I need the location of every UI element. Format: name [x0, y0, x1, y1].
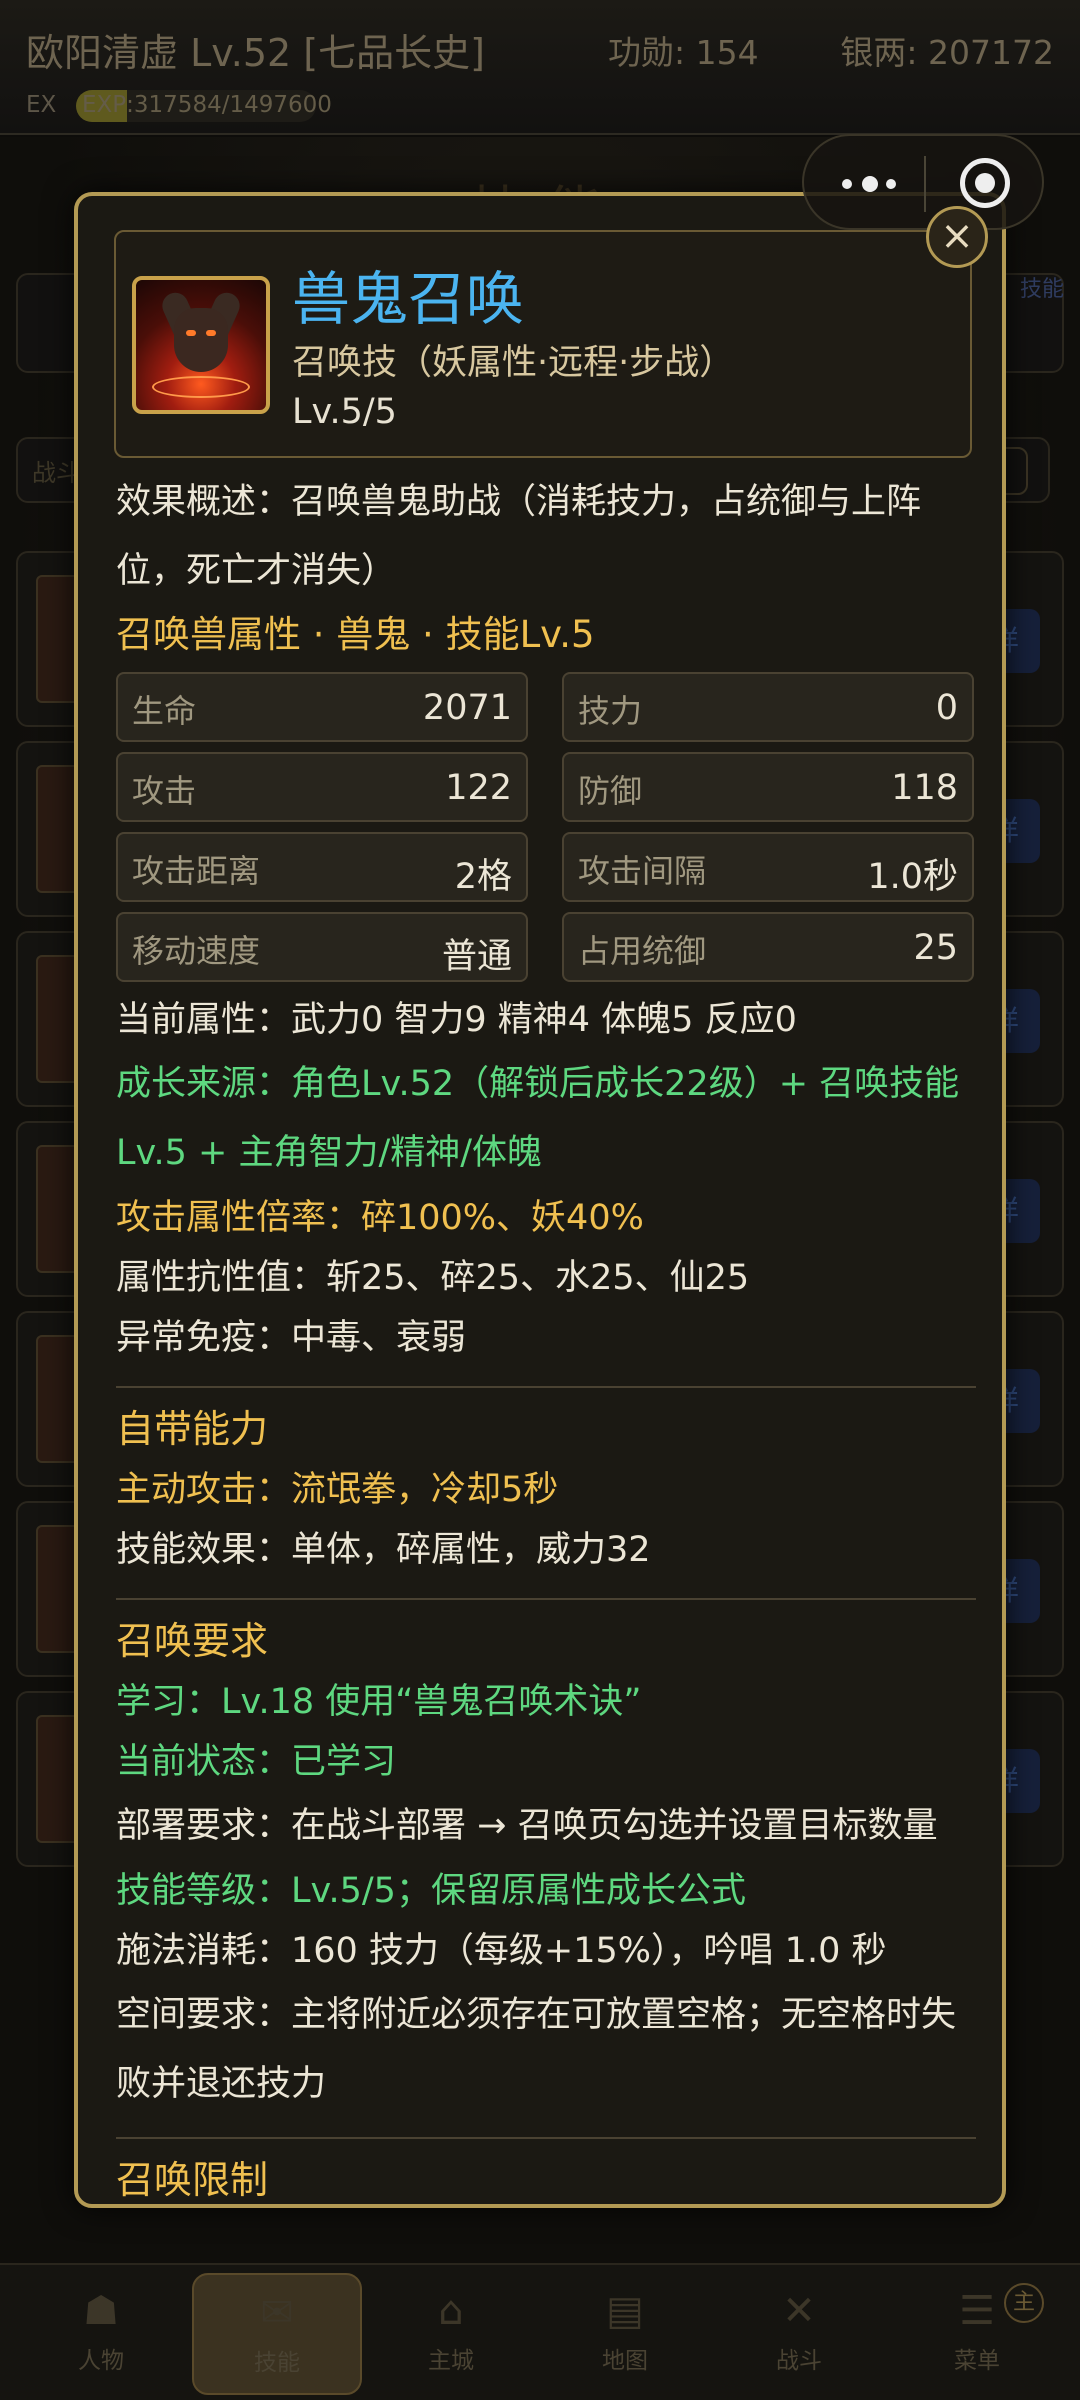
stat-value: 118 — [891, 768, 958, 808]
current-attributes: 当前属性：武力0 智力9 精神4 体魄5 反应0 — [116, 1000, 797, 1040]
nav-item-battle[interactable]: ✕ 战斗 — [714, 2273, 884, 2395]
nav-label: 菜单 — [954, 2348, 1000, 2374]
capsule-divider — [924, 156, 926, 212]
effect-summary: 效果概述：召唤兽鬼助战（消耗技力，占统御与上阵位，死亡才消失） — [116, 482, 922, 591]
stat-attack: 攻击 122 — [116, 752, 528, 822]
stat-hp: 生命 2071 — [116, 672, 528, 742]
menu-icon: ☰ — [959, 2288, 995, 2334]
stat-value: 2071 — [422, 688, 512, 728]
battle-filter-label: 战斗 — [32, 459, 80, 487]
space-requirement: 空间要求：主将附近必须存在可放置空格；无空格时失败并退还技力 — [116, 1995, 957, 2104]
skill-name: 兽鬼召唤 — [292, 265, 525, 333]
stat-defense: 防御 118 — [562, 752, 974, 822]
status-bar: 欧阳清虚 Lv.52 [七品长史] 功勋: 154 银两: 207172 EX … — [0, 0, 1080, 135]
deploy-requirement: 部署要求：在战斗部署 → 召唤页勾选并设置目标数量 — [116, 1806, 938, 1846]
player-name: 欧阳清虚 Lv.52 [七品长史] — [26, 31, 485, 75]
nav-item-skills[interactable]: ✉ 技能 — [192, 2273, 362, 2395]
learn-requirement: 学习：Lv.18 使用“兽鬼召唤术诀” — [116, 1682, 642, 1722]
stat-value: 1.0秒 — [867, 857, 958, 897]
stat-label: 攻击 — [132, 772, 197, 810]
stat-label: 占用统御 — [578, 932, 707, 970]
more-dots-icon[interactable] — [834, 158, 914, 208]
stat-value: 122 — [445, 768, 512, 808]
skill-detail-modal: 兽鬼召唤 召唤技（妖属性·远程·步战） Lv.5/5 效果概述：召唤兽鬼助战（消… — [74, 192, 1006, 2208]
stat-label: 攻击间隔 — [578, 852, 707, 890]
stat-move-speed: 移动速度 普通 — [116, 912, 528, 982]
divider — [116, 1598, 976, 1600]
divider — [116, 2137, 976, 2139]
bottom-nav: ☗ 人物 ✉ 技能 ⌂ 主城 ▤ 地图 ✕ 战斗 ☰ 菜单 主 — [0, 2263, 1080, 2400]
target-circle-icon[interactable] — [960, 158, 1010, 208]
nav-item-person[interactable]: ☗ 人物 — [16, 2273, 186, 2395]
skill-type: 召唤技（妖属性·远程·步战） — [292, 343, 735, 383]
skill-level: Lv.5/5 — [292, 392, 397, 432]
stat-label: 移动速度 — [132, 932, 261, 970]
ex-label: EX — [26, 92, 57, 118]
innate-ability-title: 自带能力 — [116, 1407, 269, 1451]
stat-command-cost: 占用统御 25 — [562, 912, 974, 982]
merit-count: 功勋: 154 — [608, 33, 759, 72]
attack-multiplier: 攻击属性倍率：碎100%、妖40% — [116, 1198, 644, 1238]
stat-value: 25 — [913, 928, 958, 968]
scroll-icon: ✉ — [260, 2290, 294, 2336]
stat-value: 0 — [935, 688, 958, 728]
stat-label: 生命 — [132, 692, 197, 730]
summon-stats-grid: 生命 2071 技力 0 攻击 122 防御 118 攻击距离 2格 攻击间隔 1.0秒 移… — [116, 672, 976, 982]
stat-label: 防御 — [578, 772, 643, 810]
nav-label: 地图 — [602, 2348, 648, 2374]
close-button[interactable]: × — [926, 206, 988, 268]
resistances: 属性抗性值：斩25、碎25、水25、仙25 — [116, 1258, 750, 1298]
summon-requirements-title: 召唤要求 — [116, 1619, 269, 1663]
skill-effect: 技能效果：单体，碎属性，威力32 — [116, 1530, 651, 1570]
cast-cost: 施法消耗：160 技力（每级+15%），吟唱 1.0 秒 — [116, 1931, 887, 1971]
immunities: 异常免疫：中毒、衰弱 — [116, 1318, 467, 1358]
nav-label: 战斗 — [776, 2348, 822, 2374]
divider — [116, 1386, 976, 1388]
learn-status: 当前状态：已学习 — [116, 1742, 397, 1782]
nav-item-map[interactable]: ▤ 地图 — [540, 2273, 710, 2395]
growth-source: 成长来源：角色Lv.52（解锁后成长22级）+ 召唤技能Lv.5 + 主角智力/… — [116, 1064, 960, 1173]
stat-label: 技力 — [578, 692, 643, 730]
miniprogram-capsule — [802, 134, 1044, 230]
nav-item-menu[interactable]: ☰ 菜单 主 — [892, 2273, 1062, 2395]
stat-label: 攻击距离 — [132, 852, 261, 890]
exp-text: EXP:317584/1497600 — [82, 92, 332, 118]
menu-badge: 主 — [1004, 2283, 1044, 2323]
nav-item-city[interactable]: ⌂ 主城 — [366, 2273, 536, 2395]
crossed-swords-icon: ✕ — [782, 2288, 816, 2334]
summon-attr-header: 召唤兽属性 · 兽鬼 · 技能Lv.5 — [116, 613, 595, 656]
active-attack: 主动攻击：流氓拳，冷却5秒 — [116, 1470, 559, 1510]
skill-detail-content: 效果概述：召唤兽鬼助战（消耗技力，占统御与上阵位，死亡才消失） 召唤兽属性 · … — [116, 468, 976, 2204]
person-icon: ☗ — [83, 2288, 119, 2334]
skill-header-card: 兽鬼召唤 召唤技（妖属性·远程·步战） Lv.5/5 — [114, 230, 972, 458]
stat-skill-power: 技力 0 — [562, 672, 974, 742]
silver-count: 银两: 207172 — [840, 33, 1054, 72]
stat-value: 普通 — [441, 937, 512, 977]
map-icon: ▤ — [606, 2288, 644, 2334]
skill-level-note: 技能等级：Lv.5/5；保留原属性成长公式 — [116, 1871, 746, 1911]
nav-label: 主城 — [428, 2348, 474, 2374]
nav-label: 人物 — [78, 2348, 124, 2374]
nav-label: 技能 — [254, 2350, 300, 2376]
beast-ghost-skill-icon — [132, 276, 270, 414]
summon-limits-title: 召唤限制 — [116, 2158, 269, 2202]
stat-attack-range: 攻击距离 2格 — [116, 832, 528, 902]
castle-icon: ⌂ — [438, 2288, 464, 2334]
skill-filter-button: 技能 — [1019, 277, 1064, 302]
stat-value: 2格 — [454, 857, 512, 897]
stat-attack-interval: 攻击间隔 1.0秒 — [562, 832, 974, 902]
